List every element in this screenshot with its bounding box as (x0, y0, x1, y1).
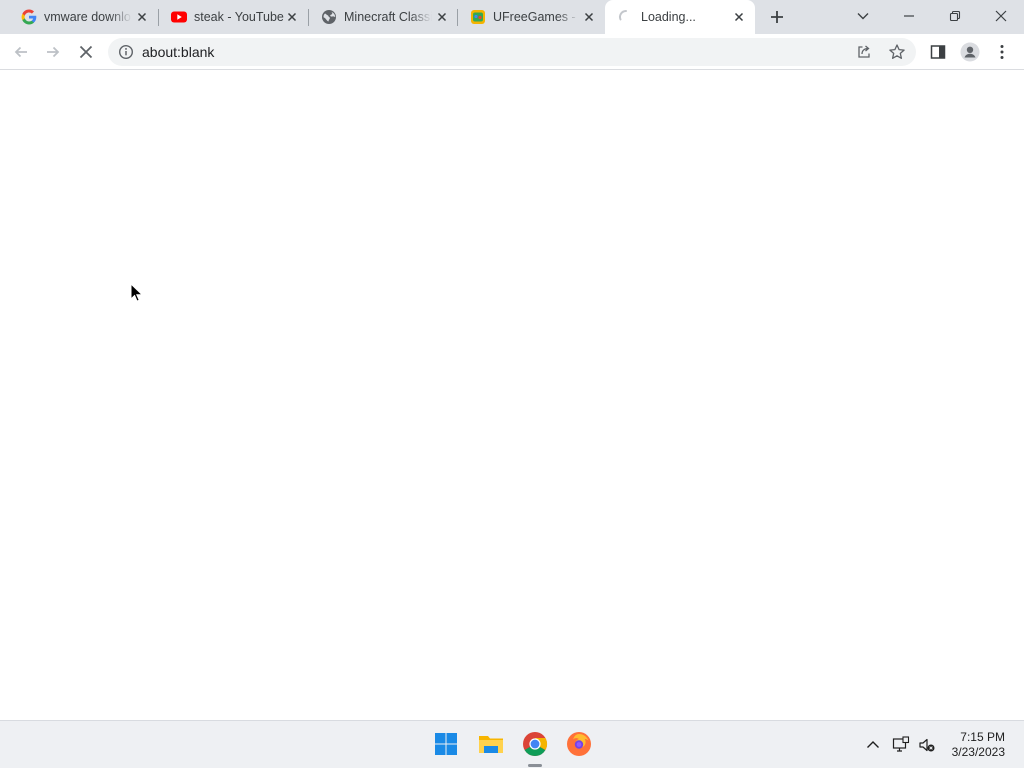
restore-button[interactable] (932, 0, 978, 32)
close-icon[interactable] (284, 9, 300, 25)
running-indicator (528, 764, 542, 767)
close-icon[interactable] (434, 9, 450, 25)
back-arrow-icon[interactable] (12, 43, 30, 61)
youtube-icon (171, 11, 187, 23)
tab-title: Minecraft Classi (344, 10, 432, 24)
profile-avatar-icon[interactable] (960, 42, 980, 62)
tab-title: Loading... (641, 10, 696, 24)
address-bar[interactable]: about:blank (108, 38, 916, 66)
close-icon[interactable] (581, 9, 597, 25)
mouse-pointer-icon (130, 283, 142, 302)
tab-loading[interactable]: Loading... (605, 0, 755, 34)
start-button[interactable] (431, 729, 461, 759)
tab-minecraft[interactable]: Minecraft Classi (308, 0, 458, 34)
windows-taskbar: 7:15 PM 3/23/2023 (0, 720, 1024, 768)
forward-arrow-icon[interactable] (44, 43, 62, 61)
tab-title: UFreeGames - F (493, 10, 579, 24)
tab-strip: vmware downlo steak - YouTube Minecraft … (0, 0, 1024, 34)
firefox-icon (567, 732, 591, 756)
taskbar-file-explorer[interactable] (476, 729, 506, 759)
close-icon (995, 10, 1007, 22)
tab-ufreegames[interactable]: UFreeGames - F (457, 0, 605, 34)
info-icon[interactable] (118, 44, 134, 60)
ufreegames-icon (471, 10, 485, 24)
loading-spinner-icon (619, 10, 627, 21)
file-explorer-icon (479, 736, 503, 753)
windows-start-icon (435, 733, 457, 755)
close-icon[interactable] (134, 9, 150, 25)
clock-date: 3/23/2023 (951, 745, 1005, 759)
share-icon[interactable] (856, 44, 872, 60)
chevron-down-icon (857, 13, 869, 20)
stop-loading-icon[interactable] (77, 43, 95, 61)
globe-icon (322, 10, 336, 24)
tab-youtube[interactable]: steak - YouTube (158, 0, 308, 34)
volume-muted-icon[interactable] (918, 736, 936, 754)
minimize-icon (904, 15, 914, 17)
restore-icon (949, 10, 961, 22)
chrome-icon (523, 732, 548, 756)
tab-title: vmware downlo (44, 10, 131, 24)
side-panel-icon[interactable] (929, 43, 947, 61)
taskbar-firefox[interactable] (564, 729, 594, 759)
new-tab-icon[interactable] (767, 7, 787, 27)
tab-vmware[interactable]: vmware downlo (8, 0, 158, 34)
browser-toolbar: about:blank (0, 34, 1024, 70)
chevron-up-icon[interactable] (864, 736, 882, 754)
tab-title: steak - YouTube (194, 10, 284, 24)
clock-time: 7:15 PM (960, 730, 1005, 744)
url-text: about:blank (142, 44, 215, 60)
taskbar-chrome[interactable] (520, 729, 550, 759)
bookmark-star-icon[interactable] (888, 43, 906, 61)
page-content[interactable] (0, 71, 1024, 720)
minimize-button[interactable] (886, 0, 932, 32)
taskbar-clock[interactable]: 7:15 PM 3/23/2023 (952, 730, 1005, 760)
more-menu-icon[interactable] (993, 43, 1011, 61)
network-icon[interactable] (892, 736, 910, 754)
tab-search-button[interactable] (840, 0, 886, 32)
close-icon[interactable] (731, 9, 747, 25)
close-window-button[interactable] (978, 0, 1024, 32)
google-icon (21, 9, 37, 25)
